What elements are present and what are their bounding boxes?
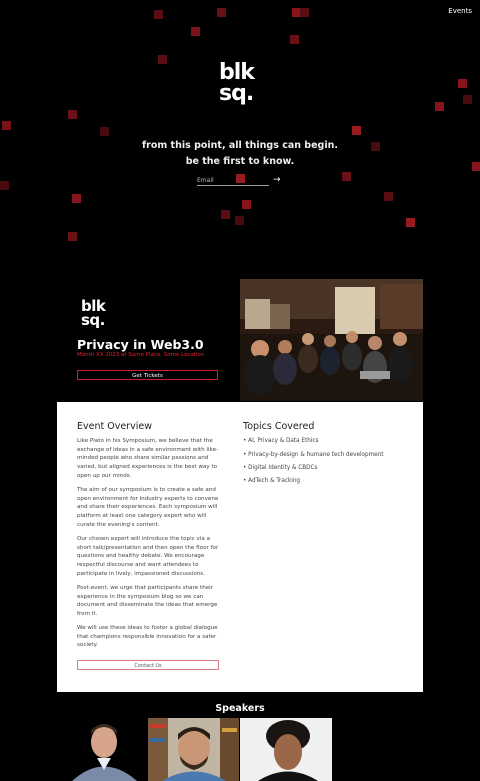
decor-square: [406, 218, 415, 227]
overview-paragraph: Post-event, we urge that participants sh…: [77, 585, 218, 618]
decor-square: [435, 102, 444, 111]
event-overview-panel: Event Overview Like Plato in his Symposi…: [57, 402, 423, 692]
event-title: Privacy in Web3.0: [77, 337, 204, 352]
decor-square: [154, 10, 163, 19]
tagline-line-1: from this point, all things can begin.: [142, 140, 338, 151]
event-photo: [240, 279, 423, 401]
decor-square: [242, 200, 251, 209]
decor-square: [2, 121, 11, 130]
decor-square: [458, 79, 467, 88]
topic-label: AI, Privacy & Data Ethics: [248, 438, 319, 444]
brand-logo: blk sq.: [219, 60, 263, 106]
speaker-photo[interactable]: [148, 718, 239, 781]
decor-square: [191, 27, 200, 36]
decor-square: [290, 35, 299, 44]
event-card: blk sq. Privacy in Web3.0 Month XX 2023 …: [57, 279, 423, 402]
submit-arrow-icon[interactable]: →: [273, 175, 281, 185]
tagline-line-2: be the first to know.: [185, 156, 295, 167]
logo-line-2: sq.: [219, 81, 254, 106]
decor-square: [100, 127, 109, 136]
topic-label: Privacy-by-design & humane tech developm…: [248, 452, 384, 458]
logo-line-1: blk: [219, 60, 255, 85]
topic-item: • Digital Identity & CBDCs: [243, 465, 318, 471]
decor-square: [235, 216, 244, 225]
email-input[interactable]: [197, 176, 269, 186]
overview-paragraph: We will use these ideas to foster a glob…: [77, 625, 218, 649]
topic-item: • AI, Privacy & Data Ethics: [243, 438, 319, 444]
event-date-location: Month XX 2023 at Some Place, Some Locati…: [77, 352, 205, 358]
event-logo-line-2: sq.: [81, 311, 105, 329]
email-signup: →: [197, 175, 281, 188]
overview-paragraph: Our chosen expert will introduce the top…: [77, 536, 219, 577]
topic-item: • Privacy-by-design & humane tech develo…: [243, 452, 384, 458]
topics-heading: Topics Covered: [243, 421, 315, 432]
decor-square: [0, 181, 9, 190]
speaker-photo[interactable]: [57, 718, 145, 781]
decor-square: [72, 194, 81, 203]
decor-square: [352, 126, 361, 135]
decor-square: [300, 8, 309, 17]
hero-section: Events blk sq. from this point, all thin…: [0, 0, 480, 265]
overview-paragraph: The aim of our symposium is to create a …: [77, 487, 219, 528]
decor-square: [384, 192, 393, 201]
speakers-heading: Speakers: [215, 703, 265, 714]
event-logo: blk sq.: [81, 299, 106, 329]
decor-square: [158, 55, 167, 64]
overview-paragraph: Like Plato in his Symposium, we believe …: [77, 438, 219, 479]
topic-label: Digital Identity & CBDCs: [248, 465, 318, 471]
decor-square: [68, 110, 77, 119]
speaker-photo[interactable]: [240, 718, 332, 781]
decor-square: [68, 232, 77, 241]
contact-us-button[interactable]: Contact Us: [77, 660, 219, 670]
get-tickets-button[interactable]: Get Tickets: [77, 370, 218, 380]
decor-square: [342, 172, 351, 181]
decor-square: [217, 8, 226, 17]
decor-square: [221, 210, 230, 219]
nav-events-link[interactable]: Events: [448, 7, 472, 15]
topic-item: • AdTech & Tracking: [243, 478, 301, 484]
event-overview-heading: Event Overview: [77, 421, 152, 432]
topic-label: AdTech & Tracking: [248, 478, 301, 484]
decor-square: [463, 95, 472, 104]
